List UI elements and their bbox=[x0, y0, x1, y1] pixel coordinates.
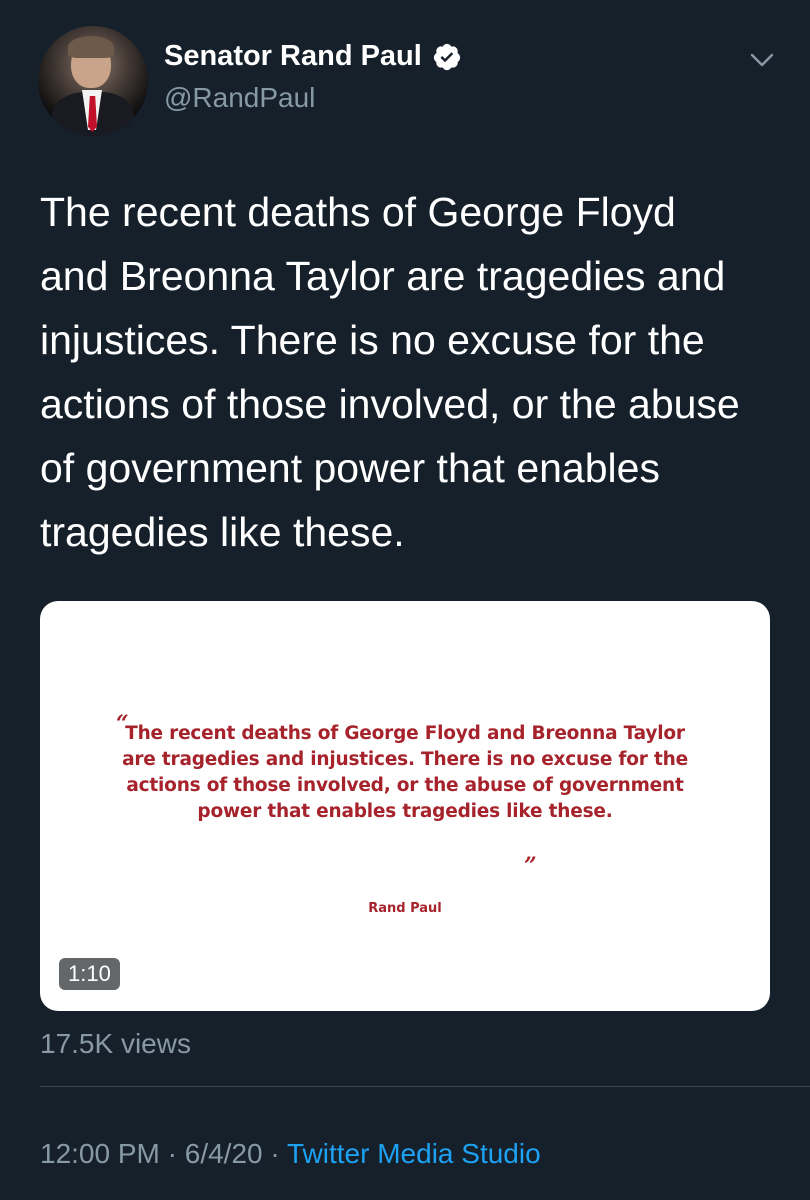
quote-close-mark: ” bbox=[524, 853, 537, 879]
verified-badge-icon bbox=[433, 43, 460, 70]
video-media-card[interactable]: “ The recent deaths of George Floyd and … bbox=[40, 601, 770, 1011]
author-display-name[interactable]: Senator Rand Paul bbox=[164, 40, 422, 73]
meta-separator: · bbox=[262, 1138, 287, 1169]
tweet-date[interactable]: 6/4/20 bbox=[185, 1138, 263, 1169]
tweet: Senator Rand Paul @RandPaul The recent d… bbox=[0, 0, 810, 1200]
chevron-down-icon[interactable] bbox=[748, 50, 776, 70]
author-handle[interactable]: @RandPaul bbox=[164, 82, 315, 114]
tweet-time[interactable]: 12:00 PM bbox=[40, 1138, 160, 1169]
tweet-meta-row: 12:00 PM · 6/4/20 · Twitter Media Studio bbox=[40, 1138, 541, 1170]
quote-text: The recent deaths of George Floyd and Br… bbox=[122, 723, 688, 822]
avatar-hair bbox=[68, 36, 114, 58]
quote-author: Rand Paul bbox=[368, 901, 442, 916]
author-name-row[interactable]: Senator Rand Paul bbox=[164, 40, 462, 73]
view-count: 17.5K views bbox=[40, 1028, 191, 1059]
meta-separator: · bbox=[159, 1138, 185, 1169]
tweet-source-link[interactable]: Twitter Media Studio bbox=[287, 1138, 541, 1169]
divider bbox=[40, 1086, 810, 1087]
video-duration-badge: 1:10 bbox=[59, 958, 120, 990]
avatar[interactable] bbox=[38, 26, 148, 136]
tweet-text: The recent deaths of George Floyd and Br… bbox=[40, 189, 740, 555]
